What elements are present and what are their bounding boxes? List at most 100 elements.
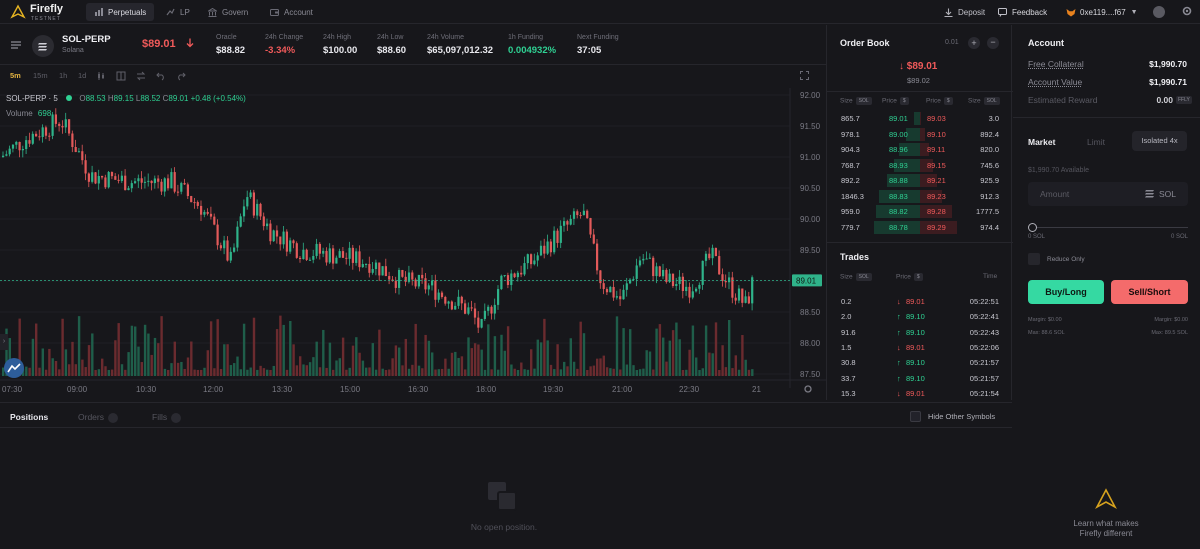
candle-body: [31, 133, 34, 144]
deposit-button[interactable]: Deposit: [936, 3, 993, 21]
ob-row[interactable]: 959.0 88.82 89.28 1777.5: [827, 204, 1013, 219]
volume-bar: [662, 337, 665, 376]
interval-1d[interactable]: 1d: [78, 71, 86, 80]
candle-body: [262, 216, 265, 227]
chart-toolbar: 5m 15m 1h 1d: [0, 66, 826, 86]
candle-body: [728, 277, 731, 283]
candle-body: [704, 253, 708, 261]
candle-body: [249, 192, 252, 198]
empty-positions-icon: [486, 480, 520, 516]
nav-lp[interactable]: LP: [158, 3, 198, 21]
price-chart[interactable]: 92.0091.5091.0090.5090.0089.5089.0088.50…: [0, 88, 826, 400]
candle-body: [602, 283, 605, 290]
tab-orders[interactable]: Orders: [78, 412, 118, 423]
volume-bar: [272, 365, 275, 376]
volume-bar: [724, 367, 728, 376]
volume-bar: [530, 349, 533, 376]
volume-bar: [114, 340, 117, 376]
volume-bar: [137, 346, 140, 376]
candle-body: [642, 258, 645, 261]
ob-row[interactable]: 1846.3 88.83 89.23 912.3: [827, 189, 1013, 204]
trade-row: 15.3 ↓ 89.01 05:21:54: [827, 386, 1013, 401]
volume-bar: [421, 368, 424, 376]
undo-icon[interactable]: [156, 71, 166, 83]
download-icon: [944, 8, 953, 17]
time-axis-label: 09:00: [67, 385, 88, 394]
feedback-icon: [998, 7, 1007, 17]
interval-15m[interactable]: 15m: [33, 71, 48, 80]
candle-body: [147, 180, 150, 182]
hide-other-checkbox[interactable]: [910, 411, 921, 422]
fullscreen-icon[interactable]: [800, 71, 809, 82]
feedback-button[interactable]: Feedback: [990, 3, 1055, 21]
nav-govern[interactable]: Govern: [200, 3, 256, 21]
stat-value: $65,097,012.32: [427, 45, 494, 56]
interval-1h[interactable]: 1h: [59, 71, 67, 80]
candle-body: [747, 296, 750, 304]
promo-line-2[interactable]: Firefly different: [1051, 529, 1161, 538]
sell-short-button[interactable]: Sell/Short: [1111, 280, 1188, 304]
promo-line-1[interactable]: Learn what makes: [1051, 519, 1161, 528]
leverage-slider-track[interactable]: [1032, 227, 1188, 228]
volume-bar: [269, 369, 272, 376]
nav-account[interactable]: Account: [262, 3, 321, 21]
ob-row[interactable]: 904.3 88.96 89.11 820.0: [827, 142, 1013, 157]
ob-row[interactable]: 865.7 89.01 89.03 3.0: [827, 111, 1013, 126]
ob-row[interactable]: 779.7 88.78 89.29 974.4: [827, 220, 1013, 235]
tab-fills[interactable]: Fills: [152, 412, 182, 423]
settings-icon[interactable]: [1181, 5, 1193, 19]
volume-bar: [701, 368, 704, 376]
interval-5m[interactable]: 5m: [10, 71, 21, 80]
volume-bar: [444, 358, 447, 376]
amount-input[interactable]: Amount SOL: [1028, 182, 1188, 206]
candle-body: [209, 213, 213, 217]
reduce-only-checkbox[interactable]: [1028, 253, 1040, 265]
candle-body: [94, 172, 97, 184]
time-axis-label: 15:00: [340, 385, 361, 394]
reduce-only-label: Reduce Only: [1047, 256, 1085, 263]
leverage-slider-handle[interactable]: [1028, 223, 1037, 232]
volume-bar: [718, 369, 721, 376]
compare-icon[interactable]: [136, 71, 146, 83]
ob-row[interactable]: 978.1 89.00 89.10 892.4: [827, 127, 1013, 142]
wallet-button[interactable]: 0xe119....f67 ▼: [1058, 3, 1146, 21]
volume-bar: [652, 369, 655, 376]
tab-market[interactable]: Market: [1028, 137, 1055, 147]
candle-body: [51, 114, 54, 136]
candle-body: [160, 181, 163, 192]
candle-body: [464, 303, 467, 314]
volume-bar: [619, 369, 622, 376]
tab-limit[interactable]: Limit: [1087, 137, 1105, 147]
ob-row[interactable]: 892.2 88.88 89.21 925.9: [827, 173, 1013, 188]
candle-body: [427, 285, 430, 290]
ob-row[interactable]: 768.7 88.93 89.15 745.6: [827, 158, 1013, 173]
chart-settings-icon[interactable]: [803, 384, 813, 396]
zoom-out-button[interactable]: −: [987, 37, 999, 49]
trade-row: 91.6 ↑ 89.10 05:22:43: [827, 325, 1013, 340]
tab-positions[interactable]: Positions: [10, 412, 48, 422]
nav-perpetuals[interactable]: Perpetuals: [86, 3, 155, 21]
redo-icon[interactable]: [176, 71, 186, 83]
layout-icon[interactable]: [116, 71, 126, 83]
candlestick-chart[interactable]: 92.0091.5091.0090.5090.0089.5089.0088.50…: [0, 88, 826, 400]
candle-body: [259, 203, 262, 217]
volume-bar: [401, 365, 404, 376]
tradingview-logo-icon[interactable]: [4, 358, 24, 378]
trade-size: 0.2: [841, 297, 852, 306]
market-symbol[interactable]: SOL-PERP: [62, 34, 111, 45]
margin-mode-button[interactable]: Isolated 4x: [1132, 131, 1187, 151]
candle-body: [695, 288, 698, 292]
volume-bar: [167, 369, 170, 376]
volume-bar: [25, 366, 28, 376]
candle-type-icon[interactable]: [96, 71, 106, 83]
ob-bid-size: 779.7: [841, 222, 860, 232]
chevron-right-icon[interactable]: ›: [0, 334, 8, 350]
user-avatar-icon[interactable]: [1153, 6, 1165, 18]
candle-body: [203, 211, 206, 215]
buy-long-button[interactable]: Buy/Long: [1028, 280, 1104, 304]
tick-size[interactable]: 0.01: [945, 39, 959, 46]
zoom-in-button[interactable]: +: [968, 37, 980, 49]
trade-size: 33.7: [841, 373, 856, 383]
trade-size: 91.6: [841, 327, 856, 337]
hamburger-menu-icon[interactable]: [11, 41, 21, 51]
